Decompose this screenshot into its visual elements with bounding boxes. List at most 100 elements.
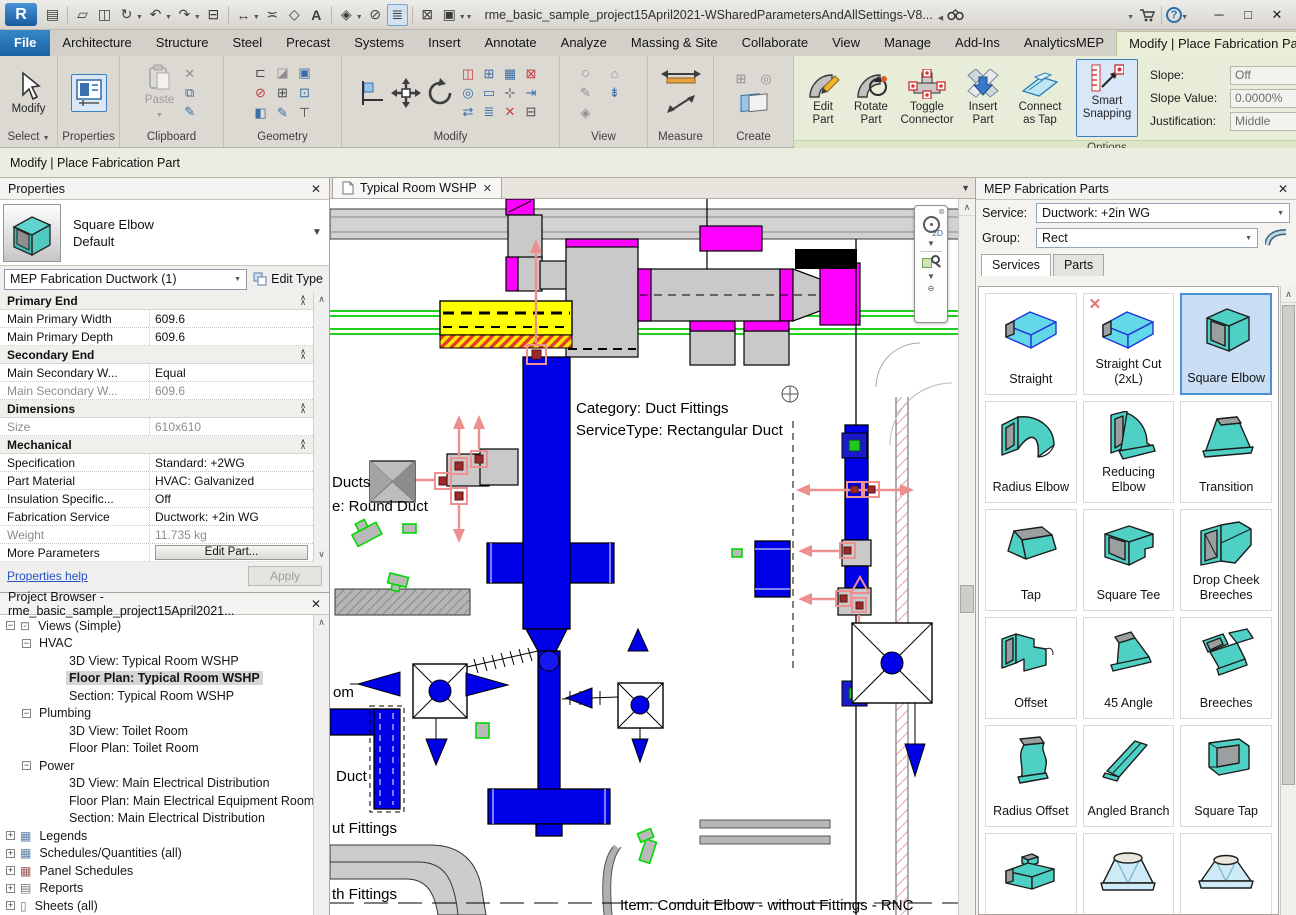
create-similar-icon[interactable]: ◎ (757, 71, 776, 88)
switch-windows-caret-icon[interactable]: ▼ (459, 14, 466, 21)
part-cell-reducing-elbow[interactable]: Reducing Elbow (1083, 401, 1175, 503)
move-icon[interactable] (391, 78, 421, 108)
gray-hatched-duct[interactable] (335, 589, 470, 615)
toggle-connector-button[interactable]: Toggle Connector (898, 66, 956, 130)
tree-item[interactable]: Section: Typical Room WSHP (0, 687, 313, 705)
part-cell-square-elbow[interactable]: Square Elbow (1180, 293, 1272, 395)
property-grid-scrollbar[interactable]: ∧∨ (313, 292, 329, 562)
cross-fitting[interactable] (370, 461, 415, 502)
tab-systems[interactable]: Systems (342, 30, 416, 56)
split-element-icon[interactable]: ⊘ (251, 85, 270, 102)
tree-item-views[interactable]: −⊡Views (Simple) (0, 617, 313, 635)
search-binoculars-icon[interactable] (945, 4, 966, 26)
property-row[interactable]: SpecificationStandard: +2WG (0, 454, 313, 472)
panel-label-select[interactable]: Select ▼ (0, 130, 57, 147)
mirror-icon[interactable]: ◫ (459, 66, 478, 83)
customize-qat-caret-icon[interactable]: ▼ (466, 14, 473, 21)
property-group[interactable]: Mechanical∧∧ (0, 436, 313, 454)
smart-snapping-button[interactable]: Smart Snapping (1076, 59, 1138, 137)
zoom-region-icon[interactable] (922, 255, 940, 271)
close-button[interactable]: ✕ (1263, 3, 1291, 27)
rotate-icon[interactable] (425, 78, 455, 108)
tree-item-hvac[interactable]: −HVAC (0, 635, 313, 653)
vav-box-1[interactable] (413, 664, 467, 718)
property-row[interactable]: Insulation Specific...Off (0, 490, 313, 508)
align-elements-icon[interactable]: ⇄ (459, 104, 478, 121)
tree-item-reports[interactable]: +▤Reports (0, 880, 313, 898)
help-icon[interactable]: ? (1166, 7, 1182, 23)
canvas-vertical-scrollbar[interactable]: ∧ (958, 199, 975, 915)
pen-lines-icon[interactable]: ✎ (273, 105, 292, 122)
cart-icon[interactable] (1136, 4, 1157, 26)
connect-as-tap-button[interactable]: Connect as Tap (1010, 66, 1070, 130)
navbar-close-icon[interactable]: ⊗ (938, 208, 945, 215)
project-browser-scrollbar[interactable]: ∧ (313, 615, 329, 915)
help-caret-icon[interactable]: ▼ (1181, 14, 1188, 21)
modify-tool-button[interactable]: Modify (10, 68, 48, 119)
match-properties-icon[interactable]: ✎ (180, 104, 199, 121)
tab-massing-site[interactable]: Massing & Site (619, 30, 730, 56)
maximize-button[interactable]: □ (1234, 3, 1262, 27)
default-3d-view-icon[interactable]: ◈ (336, 4, 357, 26)
tree-item-selected[interactable]: Floor Plan: Typical Room WSHP (0, 670, 313, 688)
type-selector-caret-icon[interactable]: ▼ (308, 227, 326, 238)
hidden-lines-icon[interactable]: ⇟ (605, 85, 624, 102)
unpin-icon[interactable]: ⊠ (522, 66, 541, 83)
wall-joins-icon[interactable]: ⊞ (273, 85, 292, 102)
tree-item[interactable]: 3D View: Typical Room WSHP (0, 652, 313, 670)
file-properties-icon[interactable]: ▤ (42, 4, 63, 26)
redo-icon[interactable]: ↷ (174, 4, 195, 26)
tab-view[interactable]: View (820, 30, 872, 56)
scale-icon[interactable]: ▭ (480, 85, 499, 102)
join-icon[interactable]: ⊡ (295, 85, 314, 102)
copy-element-icon[interactable]: ⊞ (480, 66, 499, 83)
tab-precast[interactable]: Precast (274, 30, 342, 56)
part-cell-breeches[interactable]: Breeches (1180, 617, 1272, 719)
tab-collaborate[interactable]: Collaborate (730, 30, 821, 56)
pin-icon[interactable]: ⊹ (501, 85, 520, 102)
close-hidden-windows-icon[interactable]: ⊠ (417, 4, 438, 26)
part-cell-angled-branch[interactable]: Angled Branch (1083, 725, 1175, 827)
part-cell-square-tap[interactable]: Square Tap (1180, 725, 1272, 827)
copy-icon[interactable]: ⧉ (180, 85, 199, 102)
array-icon[interactable]: ▦ (501, 66, 520, 83)
part-cell-45-angle[interactable]: 45 Angle (1083, 617, 1175, 719)
parts-scroll-thumb[interactable] (1282, 305, 1295, 785)
match-icon[interactable]: ⊟ (522, 104, 541, 121)
tab-architecture[interactable]: Architecture (50, 30, 143, 56)
tree-item-plumbing[interactable]: −Plumbing (0, 705, 313, 723)
project-browser-close-icon[interactable]: ✕ (311, 597, 321, 611)
panel-label-properties[interactable]: Properties (58, 130, 119, 147)
align-icon[interactable] (361, 80, 387, 106)
minimize-button[interactable]: ─ (1205, 3, 1233, 27)
navigation-bar[interactable]: ⊗ 2D ▼ ▼ ⊖ (914, 205, 948, 323)
render-icon[interactable]: ⌂ (605, 65, 624, 82)
cut-icon[interactable]: ✕ (180, 66, 199, 83)
properties-toggle-button[interactable] (71, 74, 107, 112)
demolish-hammer-icon[interactable]: ⊤ (295, 105, 314, 122)
mep-panel-close-icon[interactable]: ✕ (1278, 182, 1288, 196)
redo-caret-icon[interactable]: ▼ (194, 14, 201, 21)
insert-part-button[interactable]: Insert Part (962, 66, 1004, 130)
steering-wheel-icon[interactable] (923, 216, 940, 233)
tree-item-power[interactable]: −Power (0, 757, 313, 775)
tree-item[interactable]: Floor Plan: Main Electrical Equipment Ro… (0, 792, 313, 810)
tree-item-schedules[interactable]: +▦Schedules/Quantities (all) (0, 845, 313, 863)
part-cell-drop-cheek-breeches[interactable]: Drop Cheek Breeches (1180, 509, 1272, 611)
yellow-highlighted-duct[interactable] (440, 301, 572, 348)
slope-select[interactable]: Off▼ (1230, 66, 1296, 85)
property-row[interactable]: Fabrication ServiceDuctwork: +2in WG (0, 508, 313, 526)
property-row[interactable]: Main Primary Depth609.6 (0, 328, 313, 346)
tab-parts[interactable]: Parts (1053, 254, 1104, 276)
trim-icon[interactable]: ⇥ (522, 85, 541, 102)
section-icon[interactable]: ⊘ (365, 4, 386, 26)
tab-modify-place-fabrication-part[interactable]: Modify | Place Fabrication Part (1116, 31, 1296, 56)
tree-item-legends[interactable]: +▦Legends (0, 827, 313, 845)
text-icon[interactable]: A (306, 4, 327, 26)
property-row[interactable]: Main Primary Width609.6 (0, 310, 313, 328)
thin-lines-icon[interactable]: ≣ (387, 4, 408, 26)
create-group-icon[interactable]: ⊞ (732, 71, 751, 88)
nav-collapse-icon[interactable]: ⊖ (928, 284, 935, 293)
part-cell-offset[interactable]: Offset (985, 617, 1077, 719)
offset-icon[interactable]: ◎ (459, 85, 478, 102)
